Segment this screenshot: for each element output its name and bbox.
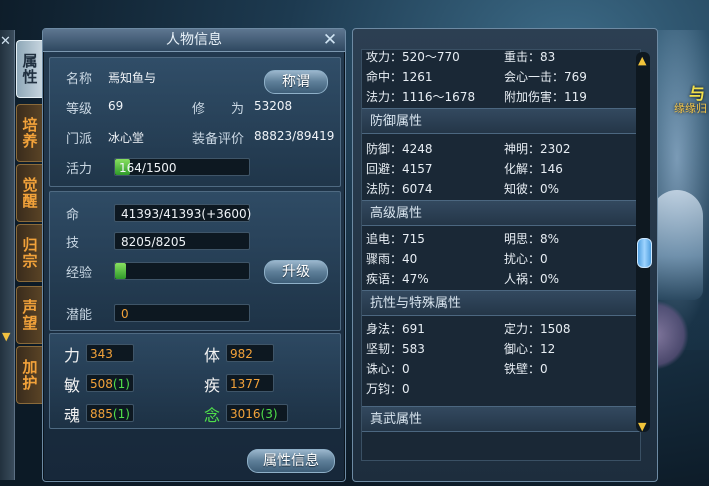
- tab-training[interactable]: 培养: [16, 104, 43, 162]
- attribute-info-button[interactable]: 属性信息: [247, 449, 335, 473]
- stat-soul-value: 885(1): [86, 404, 134, 422]
- level-value: 69: [108, 99, 124, 113]
- stat-label-mind: 念: [204, 406, 221, 425]
- advanced-row-0-right: 明思：8%: [504, 232, 560, 246]
- stat-label-constitution: 体: [204, 346, 221, 365]
- title-button[interactable]: 称谓: [264, 70, 328, 94]
- tab-blessing[interactable]: 加护: [16, 346, 43, 404]
- resistance-row-2-right: 铁壁：0: [504, 362, 548, 376]
- stat-speed-value: 1377: [226, 374, 274, 392]
- resistance-row-1-right: 御心：12: [504, 342, 556, 356]
- gear-score-value: 88823/89419: [254, 129, 335, 143]
- stat-speed-number: 1377: [230, 377, 261, 391]
- stat-mind-number: 3016: [230, 407, 261, 421]
- scroll-down-icon[interactable]: ▼: [638, 420, 646, 433]
- top-row-2-left: 法力：1116～1678: [366, 90, 476, 104]
- stat-mind-value: 3016(3): [226, 404, 288, 422]
- resistance-row-3-left: 万钧：0: [366, 382, 410, 396]
- advanced-row-2-left: 疾语：47%: [366, 272, 429, 286]
- section-resistance-header: 抗性与特殊属性: [362, 290, 640, 316]
- panel-title: 人物信息: [43, 29, 345, 52]
- vitality-label: 活力: [66, 162, 93, 177]
- resistance-row-0-right: 定力：1508: [504, 322, 571, 336]
- exp-bar: [114, 262, 250, 280]
- sect-value: 冰心堂: [108, 131, 145, 145]
- top-row-2-right: 附加伤害：119: [504, 90, 587, 104]
- close-icon[interactable]: ✕: [321, 31, 339, 49]
- character-info-panel: 人物信息 ✕ 名称 焉知鱼与 称谓 等级 69 修 为 53208 门派 冰心堂…: [42, 28, 346, 482]
- advanced-row-1-left: 骤雨：40: [366, 252, 418, 266]
- stat-label-strength: 力: [64, 346, 81, 365]
- cultivation-value: 53208: [254, 99, 293, 113]
- defense-row-2-right: 知彼：0%: [504, 182, 560, 196]
- vitality-value: 164/1500: [119, 161, 177, 175]
- stat-agility-number: 508: [90, 377, 113, 391]
- tab-awakening[interactable]: 觉醒: [16, 164, 43, 222]
- hp-label: 命: [66, 208, 80, 223]
- top-row-0-left: 攻力：520～770: [366, 50, 460, 64]
- scroll-up-icon[interactable]: ▲: [638, 54, 646, 67]
- advanced-row-2-right: 人祸：0%: [504, 272, 560, 286]
- tab-return-sect[interactable]: 归宗: [16, 224, 43, 282]
- section-defense-header: 防御属性: [362, 108, 640, 134]
- section-zhenwu-header: 真武属性: [362, 406, 640, 432]
- scene-character: [651, 190, 703, 300]
- defense-row-1-left: 回避：4157: [366, 162, 433, 176]
- exp-bar-fill: [115, 263, 126, 279]
- stat-mind-bonus: (3): [260, 407, 278, 421]
- cultivation-label: 修 为: [192, 102, 245, 117]
- resistance-row-1-left: 坚韧：583: [366, 342, 425, 356]
- top-row-1-left: 命中：1261: [366, 70, 433, 84]
- stat-label-soul: 魂: [64, 406, 81, 425]
- stat-agility-bonus: (1): [112, 377, 130, 391]
- stat-soul-number: 885: [90, 407, 113, 421]
- advanced-row-1-right: 扰心：0: [504, 252, 548, 266]
- upgrade-button[interactable]: 升级: [264, 260, 328, 284]
- scrollbar-thumb[interactable]: [637, 238, 652, 268]
- level-label: 等级: [66, 102, 93, 117]
- section-advanced-header: 高级属性: [362, 200, 640, 226]
- resistance-row-0-left: 身法：691: [366, 322, 425, 336]
- stat-label-agility: 敏: [64, 376, 81, 395]
- advanced-row-0-left: 追电：715: [366, 232, 425, 246]
- exp-label: 经验: [66, 266, 93, 281]
- stat-agility-value: 508(1): [86, 374, 134, 392]
- base-stats-section: 力 343 体 982 敏 508(1) 疾 1377 魂 885(1) 念 3…: [49, 333, 341, 429]
- defense-row-1-right: 化解：146: [504, 162, 563, 176]
- scene-npc-title: 缘缘归: [674, 102, 707, 115]
- defense-row-0-left: 防御：4248: [366, 142, 433, 156]
- tab-attributes[interactable]: 属性: [16, 40, 43, 98]
- left-edge: [0, 30, 15, 480]
- defense-row-0-right: 神明：2302: [504, 142, 571, 156]
- stat-strength-number: 343: [90, 347, 113, 361]
- stat-soul-bonus: (1): [112, 407, 130, 421]
- name-value: 焉知鱼与: [108, 71, 157, 85]
- name-label: 名称: [66, 72, 93, 87]
- potential-value: 0: [114, 304, 250, 322]
- attribute-list[interactable]: 攻力：520～770 重击：83 命中：1261 会心一击：769 法力：111…: [361, 49, 641, 461]
- gear-score-label: 装备评价: [192, 132, 245, 147]
- tab-strip: 属性 培养 觉醒 归宗 声望 加护: [14, 40, 44, 450]
- hp-value: 41393/41393(+3600): [114, 204, 251, 222]
- defense-row-2-left: 法防：6074: [366, 182, 433, 196]
- attribute-detail-panel: 攻力：520～770 重击：83 命中：1261 会心一击：769 法力：111…: [352, 28, 658, 482]
- resistance-row-2-left: 诛心：0: [366, 362, 410, 376]
- left-close-icon[interactable]: ✕: [0, 34, 12, 49]
- stat-strength-value: 343: [86, 344, 134, 362]
- tab-reputation[interactable]: 声望: [16, 286, 43, 344]
- skill-value: 8205/8205: [114, 232, 250, 250]
- stat-label-speed: 疾: [204, 376, 221, 395]
- vitals-section: 命 41393/41393(+3600) 技 8205/8205 经验 升级 潜…: [49, 191, 341, 331]
- potential-label: 潜能: [66, 308, 93, 323]
- vitality-bar: 164/1500: [114, 158, 250, 176]
- top-row-1-right: 会心一击：769: [504, 70, 587, 84]
- top-row-0-right: 重击：83: [504, 50, 556, 64]
- stat-constitution-number: 982: [230, 347, 253, 361]
- skill-label: 技: [66, 236, 80, 251]
- left-arrow-icon[interactable]: ▼: [2, 330, 10, 343]
- stat-constitution-value: 982: [226, 344, 274, 362]
- basic-info-section: 名称 焉知鱼与 称谓 等级 69 修 为 53208 门派 冰心堂 装备评价 8…: [49, 57, 341, 187]
- sect-label: 门派: [66, 132, 93, 147]
